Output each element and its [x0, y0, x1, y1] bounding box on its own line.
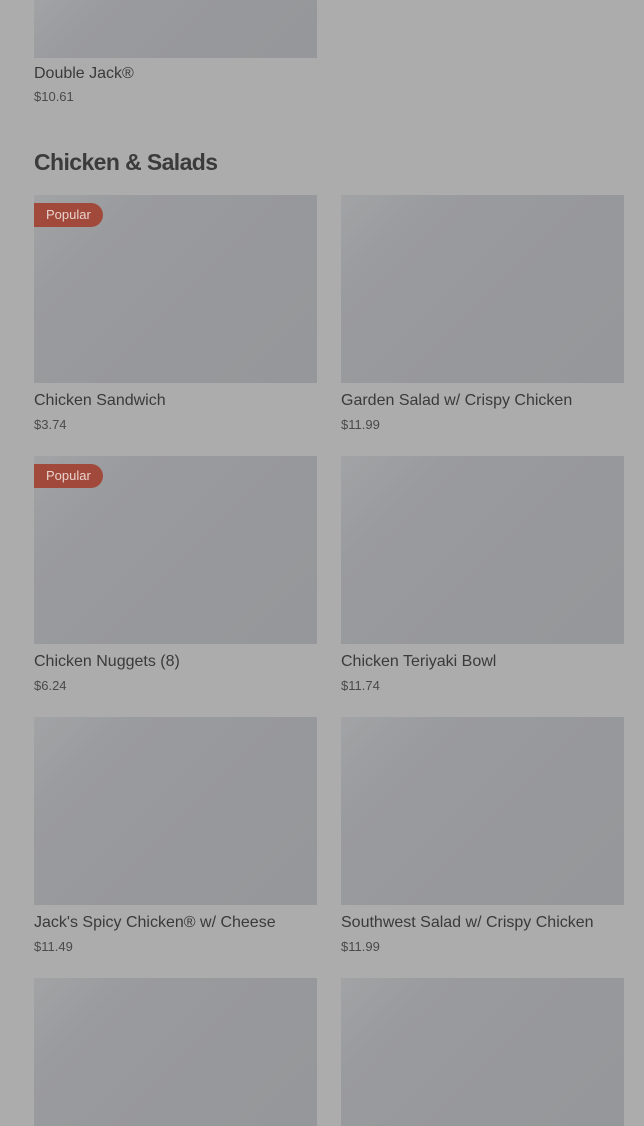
menu-item-image[interactable]: [341, 456, 624, 644]
menu-item-name: Southwest Salad w/ Crispy Chicken: [341, 914, 594, 931]
section-title: Chicken & Salads: [34, 149, 218, 175]
menu-item-name: Double Jack®: [34, 65, 134, 82]
menu-item-price: $11.99: [341, 417, 380, 432]
menu-item-card-double-jack[interactable]: Double Jack® $10.61: [34, 0, 317, 105]
menu-item-card[interactable]: Jack's Spicy Chicken® w/ Cheese $11.49: [34, 717, 317, 955]
menu-item-card[interactable]: [34, 978, 317, 1126]
menu-item-image[interactable]: Popular: [34, 456, 317, 644]
menu-item-image[interactable]: [341, 717, 624, 905]
menu-page: Double Jack® $10.61 Chicken & Salads Pop…: [0, 0, 644, 1126]
menu-item-image[interactable]: [34, 978, 317, 1126]
popular-badge: Popular: [34, 464, 103, 488]
menu-item-price: $11.99: [341, 939, 380, 954]
menu-item-price: $3.74: [34, 417, 67, 432]
menu-item-name: Chicken Teriyaki Bowl: [341, 653, 497, 670]
menu-item-price: $6.24: [34, 678, 67, 693]
menu-item-name: Chicken Nuggets (8): [34, 653, 180, 670]
popular-badge: Popular: [34, 203, 103, 227]
menu-item-image[interactable]: Popular: [34, 195, 317, 383]
menu-item-card[interactable]: [341, 978, 624, 1126]
menu-item-price: $11.74: [341, 678, 380, 693]
menu-item-card[interactable]: Chicken Teriyaki Bowl $11.74: [341, 456, 624, 694]
menu-item-name: Jack's Spicy Chicken® w/ Cheese: [34, 914, 276, 931]
menu-item-card[interactable]: Popular Chicken Nuggets (8) $6.24: [34, 456, 317, 694]
menu-item-card[interactable]: Southwest Salad w/ Crispy Chicken $11.99: [341, 717, 624, 955]
menu-item-card[interactable]: Garden Salad w/ Crispy Chicken $11.99: [341, 195, 624, 433]
menu-item-image[interactable]: [34, 717, 317, 905]
menu-item-image[interactable]: [34, 0, 317, 58]
menu-item-price: $11.49: [34, 939, 73, 954]
menu-item-image[interactable]: [341, 195, 624, 383]
menu-item-image[interactable]: [341, 978, 624, 1126]
menu-item-price: $10.61: [34, 89, 74, 104]
menu-item-card[interactable]: Popular Chicken Sandwich $3.74: [34, 195, 317, 433]
menu-item-name: Chicken Sandwich: [34, 392, 166, 409]
menu-item-name: Garden Salad w/ Crispy Chicken: [341, 392, 573, 409]
